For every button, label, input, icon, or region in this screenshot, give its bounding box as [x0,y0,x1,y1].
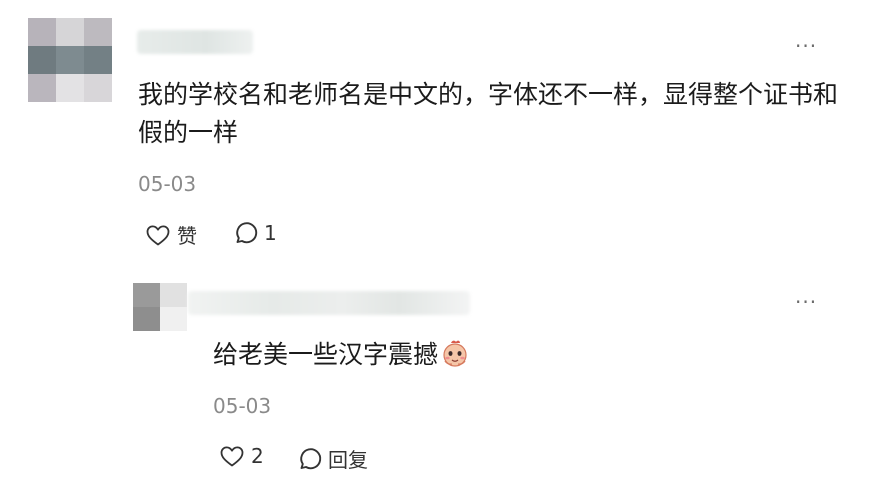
heart-outline-icon [220,446,244,467]
reply-text-line: 给老美一些汉字震撼 [213,336,813,374]
reply-date: 05-03 [213,394,272,418]
speech-bubble-icon [236,222,258,244]
like-label: 赞 [177,224,197,248]
cute-character-emoji-icon [443,340,467,367]
commenter-avatar[interactable] [28,18,112,102]
comment-text: 我的学校名和老师名是中文的，字体还不一样，显得整个证书和假的一样 [138,80,839,147]
comment-button[interactable]: 1 [232,220,277,246]
reply-text: 给老美一些汉字震撼 [213,340,439,369]
comment-date: 05-03 [138,172,197,196]
reply-like-button[interactable]: 2 [219,444,264,468]
reply-more-options-button[interactable]: ··· [795,292,817,312]
more-options-button[interactable]: ··· [795,36,817,56]
commenter-name-blurred[interactable] [137,30,253,54]
reply-label: 回复 [328,448,368,472]
replier-avatar[interactable] [133,283,187,331]
reply-button[interactable]: 回复 [296,444,368,473]
reply-like-count: 2 [251,444,264,468]
speech-bubble-icon [300,447,322,469]
comment-count: 1 [264,221,277,245]
replier-name-blurred[interactable] [188,291,470,315]
like-button[interactable]: 赞 [145,220,197,249]
heart-outline-icon [146,225,170,245]
